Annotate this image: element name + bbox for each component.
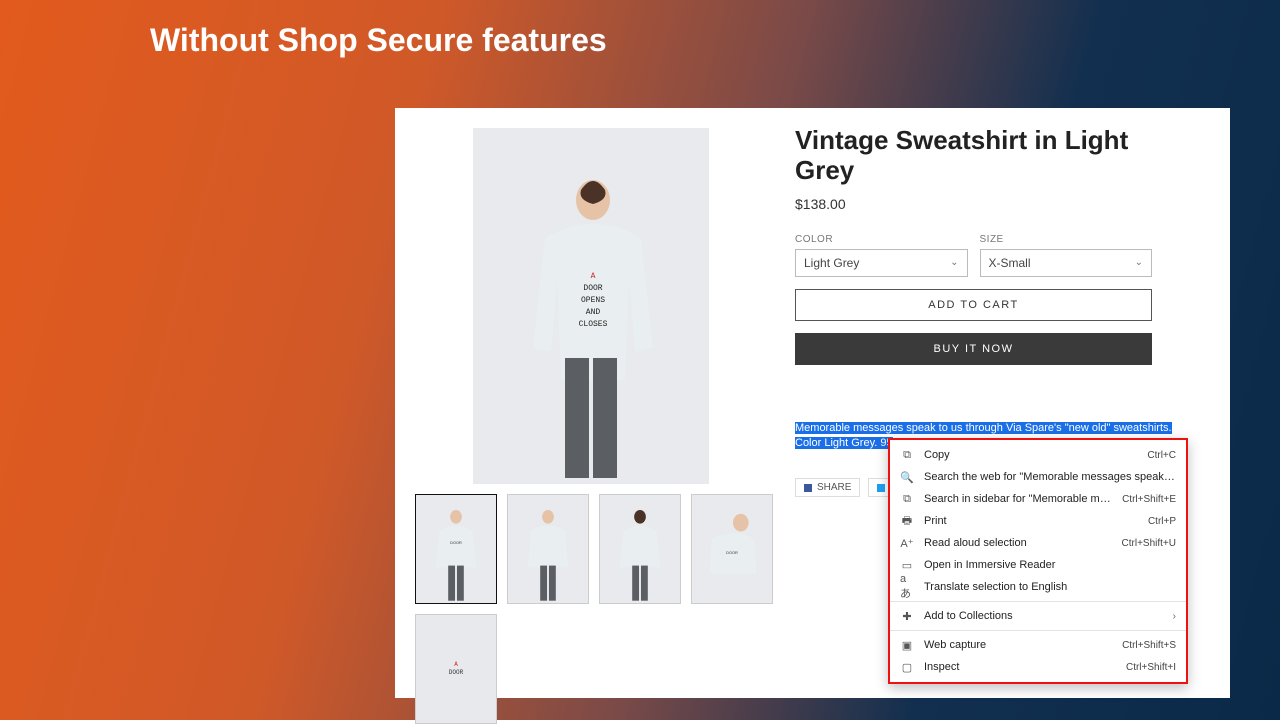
context-menu-label: Web capture: [924, 639, 1112, 651]
context-menu-item[interactable]: ▣ Web capture Ctrl+Shift+S: [890, 634, 1186, 656]
context-menu-label: Open in Immersive Reader: [924, 559, 1176, 571]
size-select[interactable]: X-Small ⌄: [980, 249, 1153, 277]
chevron-down-icon: ⌄: [950, 257, 958, 268]
share-label: SHARE: [817, 482, 851, 493]
slide-title: Without Shop Secure features: [150, 22, 607, 59]
sidebar-search-icon: ⧉: [900, 492, 914, 506]
thumbnail-3[interactable]: [599, 494, 681, 604]
browser-window: A DOOR OPENS AND CLOSES DOOR DOOR: [395, 108, 1230, 698]
size-label: SIZE: [980, 234, 1153, 245]
context-menu-item[interactable]: ⧉ Copy Ctrl+C: [890, 444, 1186, 466]
buy-now-button[interactable]: BUY IT NOW: [795, 333, 1152, 365]
context-menu-label: Inspect: [924, 661, 1116, 673]
context-menu-item[interactable]: 🖶 Print Ctrl+P: [890, 510, 1186, 532]
context-menu-item[interactable]: A⁺ Read aloud selection Ctrl+Shift+U: [890, 532, 1186, 554]
context-menu-label: Search the web for "Memorable messages s…: [924, 471, 1176, 483]
product-thumbnails: DOOR DOOR ADOOR: [415, 494, 815, 724]
context-menu-label: Print: [924, 515, 1138, 527]
svg-text:CLOSES: CLOSES: [579, 320, 608, 329]
context-menu-label: Copy: [924, 449, 1137, 461]
selected-text-line2: Color Light Grey. 95: [795, 437, 893, 449]
collections-icon: ✚: [900, 609, 914, 623]
thumbnail-2[interactable]: [507, 494, 589, 604]
chevron-down-icon: ⌄: [1135, 257, 1143, 268]
context-menu-item[interactable]: 🔍 Search the web for "Memorable messages …: [890, 466, 1186, 488]
color-value: Light Grey: [804, 256, 859, 270]
thumbnail-1[interactable]: DOOR: [415, 494, 497, 604]
product-info: Vintage Sweatshirt in Light Grey $138.00…: [795, 126, 1152, 365]
context-menu-shortcut: Ctrl+Shift+U: [1122, 538, 1176, 549]
person-illustration: A DOOR OPENS AND CLOSES: [473, 128, 709, 484]
color-select[interactable]: Light Grey ⌄: [795, 249, 968, 277]
context-menu-shortcut: Ctrl+P: [1148, 516, 1176, 527]
context-menu-shortcut: Ctrl+Shift+I: [1126, 662, 1176, 673]
svg-text:DOOR: DOOR: [450, 540, 462, 545]
selected-text-line1: Memorable messages speak to us through V…: [795, 422, 1172, 434]
share-facebook-button[interactable]: SHARE: [795, 478, 860, 497]
add-to-cart-button[interactable]: ADD TO CART: [795, 289, 1152, 321]
context-menu-separator: [890, 630, 1186, 631]
immersive-icon: ▭: [900, 558, 914, 572]
chevron-right-icon: ›: [1173, 611, 1176, 622]
svg-text:AND: AND: [586, 308, 601, 317]
context-menu-separator: [890, 601, 1186, 602]
twitter-icon: [877, 484, 885, 492]
context-menu-shortcut: Ctrl+Shift+E: [1122, 494, 1176, 505]
size-variant: SIZE X-Small ⌄: [980, 234, 1153, 277]
product-main-image[interactable]: A DOOR OPENS AND CLOSES: [473, 128, 709, 484]
thumbnail-4[interactable]: DOOR: [691, 494, 773, 604]
context-menu-label: Read aloud selection: [924, 537, 1112, 549]
svg-text:OPENS: OPENS: [581, 296, 605, 305]
context-menu-item[interactable]: ✚ Add to Collections ›: [890, 605, 1186, 627]
context-menu-item[interactable]: ⧉ Search in sidebar for "Memorable messag…: [890, 488, 1186, 510]
capture-icon: ▣: [900, 638, 914, 652]
thumbnail-5[interactable]: ADOOR: [415, 614, 497, 724]
context-menu-label: Add to Collections: [924, 610, 1163, 622]
translate-icon: aあ: [900, 580, 914, 594]
inspect-icon: ▢: [900, 660, 914, 674]
context-menu: ⧉ Copy Ctrl+C 🔍 Search the web for "Memorabl…: [888, 438, 1188, 684]
color-label: COLOR: [795, 234, 968, 245]
slide-stage: Without Shop Secure features A DOOR OPEN…: [0, 0, 1280, 720]
context-menu-item[interactable]: ▭ Open in Immersive Reader: [890, 554, 1186, 576]
context-menu-item[interactable]: ▢ Inspect Ctrl+Shift+I: [890, 656, 1186, 678]
product-price: $138.00: [795, 196, 1152, 212]
read-aloud-icon: A⁺: [900, 536, 914, 550]
size-value: X-Small: [989, 256, 1031, 270]
color-variant: COLOR Light Grey ⌄: [795, 234, 968, 277]
context-menu-label: Search in sidebar for "Memorable message…: [924, 493, 1112, 505]
context-menu-label: Translate selection to English: [924, 581, 1176, 593]
context-menu-shortcut: Ctrl+C: [1147, 450, 1176, 461]
copy-icon: ⧉: [900, 448, 914, 462]
product-title: Vintage Sweatshirt in Light Grey: [795, 126, 1152, 186]
svg-text:DOOR: DOOR: [583, 284, 602, 293]
context-menu-item[interactable]: aあ Translate selection to English: [890, 576, 1186, 598]
svg-text:A: A: [591, 272, 596, 281]
facebook-icon: [804, 484, 812, 492]
svg-text:DOOR: DOOR: [726, 550, 738, 555]
search-icon: 🔍: [900, 470, 914, 484]
print-icon: 🖶: [900, 514, 914, 528]
context-menu-shortcut: Ctrl+Shift+S: [1122, 640, 1176, 651]
